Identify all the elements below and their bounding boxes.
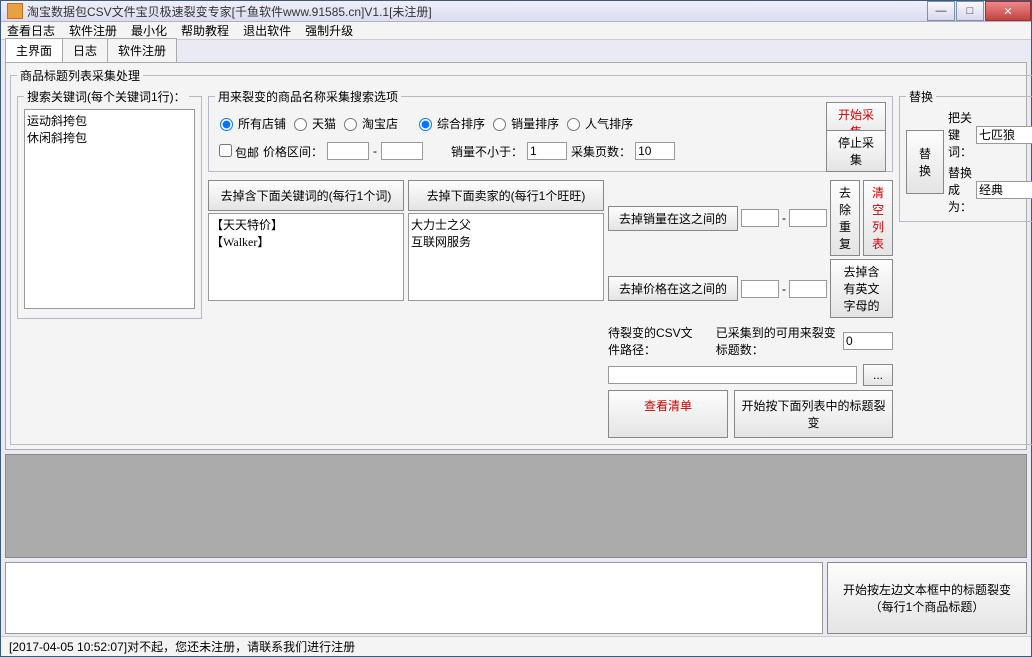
stop-collect-button[interactable]: 停止采集 (826, 130, 886, 172)
close-button[interactable]: ✕ (985, 1, 1031, 21)
keyword-legend: 搜索关键词(每个关键词1行)： (24, 88, 189, 105)
exclude-sellers-textarea[interactable]: 大力士之父 互联网服务 (408, 213, 604, 301)
collected-count-label: 已采集到的可用来裂变标题数： (716, 324, 837, 358)
exclude-keywords-textarea[interactable]: 【天天特价】 【Walker】 (208, 213, 404, 301)
free-shipping-checkbox[interactable]: 包邮 (215, 141, 259, 161)
bottom-textarea[interactable] (5, 562, 823, 634)
remove-sales-range-button[interactable]: 去掉销量在这之间的 (608, 206, 738, 231)
csv-path-label: 待裂变的CSV文件路径： (608, 324, 704, 358)
remove-keyword-button[interactable]: 去掉含下面关键词的(每行1个词) (208, 180, 404, 211)
remove-price-range-button[interactable]: 去掉价格在这之间的 (608, 276, 738, 301)
view-list-button[interactable]: 查看清单 (608, 390, 728, 438)
menu-register[interactable]: 软件注册 (69, 22, 117, 39)
tab-main[interactable]: 主界面 (5, 38, 63, 62)
radio-taobao[interactable]: 淘宝店 (339, 115, 398, 132)
start-fission-button[interactable]: 开始按下面列表中的标题裂变 (734, 390, 893, 438)
replace-to-label: 替换成为： (948, 164, 972, 215)
csv-path-input[interactable] (608, 366, 857, 384)
radio-sort-sales[interactable]: 销量排序 (488, 115, 559, 132)
min-sales-label: 销量不小于： (451, 143, 523, 160)
menu-upgrade[interactable]: 强制升级 (305, 22, 353, 39)
keyword-textarea[interactable]: 运动斜挎包 休闲斜挎包 (24, 109, 195, 309)
result-area (5, 454, 1027, 558)
sales-max-input[interactable] (789, 209, 827, 227)
replace-kw-label: 把关键词： (948, 109, 972, 160)
search-fieldset: 用来裂变的商品名称采集搜索选项 所有店铺 天猫 淘宝店 综合排序 销量排序 人气… (208, 88, 893, 172)
min-sales-input[interactable] (527, 142, 567, 160)
filter-price-max-input[interactable] (789, 280, 827, 298)
pages-input[interactable] (635, 142, 675, 160)
keyword-fieldset: 搜索关键词(每个关键词1行)： 运动斜挎包 休闲斜挎包 (17, 88, 202, 319)
dedupe-button[interactable]: 去除重复 (830, 180, 860, 256)
radio-all-shops[interactable]: 所有店铺 (215, 115, 286, 132)
menu-exit[interactable]: 退出软件 (243, 22, 291, 39)
menu-minimize[interactable]: 最小化 (131, 22, 167, 39)
search-legend: 用来裂变的商品名称采集搜索选项 (215, 88, 401, 105)
menu-log[interactable]: 查看日志 (7, 22, 55, 39)
remove-seller-button[interactable]: 去掉下面卖家的(每行1个旺旺) (408, 180, 604, 211)
status-bar: [2017-04-05 10:52:07]对不起，您还未注册，请联系我们进行注册 (1, 636, 1031, 656)
window-title: 淘宝数据包CSV文件宝贝极速裂变专家[千鱼软件www.91585.cn]V1.1… (27, 3, 926, 20)
tab-register[interactable]: 软件注册 (107, 38, 177, 62)
radio-tmall[interactable]: 天猫 (289, 115, 336, 132)
price-max-input[interactable] (381, 142, 423, 160)
minimize-button[interactable]: — (927, 1, 955, 21)
collected-count-input[interactable] (843, 332, 893, 350)
tabs: 主界面 日志 软件注册 (1, 40, 1031, 62)
replace-legend: 替换 (906, 88, 936, 105)
menu-help[interactable]: 帮助教程 (181, 22, 229, 39)
clear-list-button[interactable]: 清空列表 (863, 180, 893, 256)
replace-fieldset: 替换 把关键词： 替换 替换成为： (899, 88, 1032, 222)
replace-kw-input[interactable] (976, 126, 1032, 144)
price-range-label: 价格区间： (263, 143, 323, 160)
replace-to-input[interactable] (976, 181, 1032, 199)
replace-button[interactable]: 替换 (906, 130, 944, 194)
tab-log[interactable]: 日志 (62, 38, 108, 62)
start-fission-from-text-button[interactable]: 开始按左边文本框中的标题裂变（每行1个商品标题） (827, 562, 1027, 634)
sales-min-input[interactable] (741, 209, 779, 227)
filter-price-min-input[interactable] (741, 280, 779, 298)
radio-sort-popularity[interactable]: 人气排序 (562, 115, 633, 132)
browse-button[interactable]: ... (863, 364, 893, 386)
titlebar: 淘宝数据包CSV文件宝贝极速裂变专家[千鱼软件www.91585.cn]V1.1… (1, 1, 1031, 22)
remove-english-button[interactable]: 去掉含有英文字母的 (830, 259, 893, 318)
radio-sort-comprehensive[interactable]: 综合排序 (414, 115, 485, 132)
pages-label: 采集页数： (571, 143, 631, 160)
app-icon (7, 3, 23, 19)
maximize-button[interactable]: □ (956, 1, 984, 21)
price-min-input[interactable] (327, 142, 369, 160)
title-process-fieldset: 商品标题列表采集处理 搜索关键词(每个关键词1行)： 运动斜挎包 休闲斜挎包 用… (10, 67, 1032, 445)
title-process-legend: 商品标题列表采集处理 (17, 67, 143, 84)
